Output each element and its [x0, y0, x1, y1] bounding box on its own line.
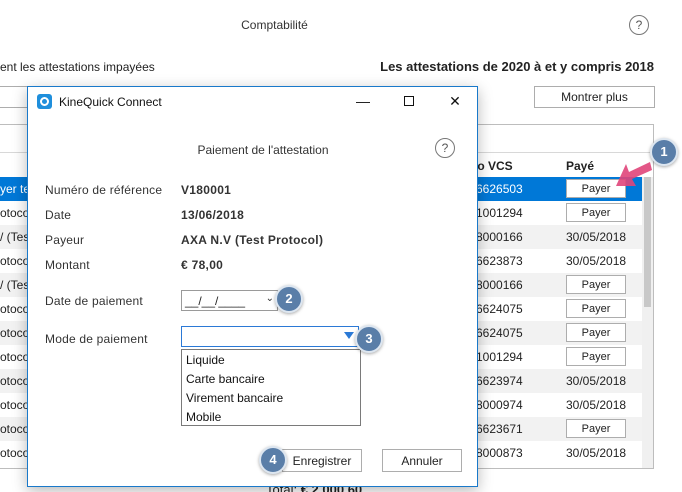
help-icon[interactable]: ?	[629, 15, 649, 35]
row-vcs-cell: 6624075	[476, 302, 523, 316]
option-mobile[interactable]: Mobile	[186, 410, 221, 424]
app-logo-icon	[37, 94, 52, 109]
pay-button[interactable]: Payer	[566, 347, 626, 366]
cancel-button[interactable]: Annuler	[382, 449, 462, 472]
dialog-app-title: KineQuick Connect	[59, 95, 162, 109]
row-paid-date: 30/05/2018	[566, 254, 627, 268]
row-left-cell: yer te	[0, 182, 31, 196]
row-paid-date: 30/05/2018	[566, 230, 627, 244]
option-card[interactable]: Carte bancaire	[186, 372, 265, 386]
payment-date-picker[interactable]: __/__/____ ⌄	[181, 290, 278, 311]
date-label: Date	[45, 208, 72, 222]
pay-button[interactable]: Payer	[566, 419, 626, 438]
page-title: Comptabilité	[241, 18, 308, 32]
row-paid-date: 30/05/2018	[566, 398, 627, 412]
amount-label: Montant	[45, 258, 90, 272]
pay-button[interactable]: Payer	[566, 275, 626, 294]
amount-value: € 78,00	[181, 258, 224, 272]
row-vcs-cell: 1001294	[476, 350, 523, 364]
attestations-heading: Les attestations de 2020 à et y compris …	[380, 59, 654, 74]
pointer-arrow-icon	[616, 162, 652, 186]
payment-mode-label: Mode de paiement	[45, 332, 148, 346]
reference-value: V180001	[181, 183, 232, 197]
payment-dialog: KineQuick Connect — ✕ Paiement de l'atte…	[27, 86, 478, 487]
row-vcs-cell: 6623671	[476, 422, 523, 436]
row-paid-date: 30/05/2018	[566, 374, 627, 388]
help-icon[interactable]: ?	[435, 138, 455, 158]
maximize-icon[interactable]	[386, 87, 432, 116]
step-marker-1: 1	[650, 138, 678, 166]
row-vcs-cell: 6623974	[476, 374, 523, 388]
option-transfer[interactable]: Virement bancaire	[186, 391, 283, 405]
chevron-down-icon[interactable]: ⌄	[266, 293, 274, 304]
scrollbar-thumb[interactable]	[644, 177, 651, 307]
row-vcs-cell: 8000873	[476, 446, 523, 460]
save-button[interactable]: Enregistrer	[282, 449, 362, 472]
reference-label: Numéro de référence	[45, 183, 163, 197]
payer-value: AXA N.V (Test Protocol)	[181, 233, 324, 247]
filter-input[interactable]	[0, 86, 30, 108]
payment-mode-list: Liquide Carte bancaire Virement bancaire…	[181, 349, 361, 426]
row-paid-date: 30/05/2018	[566, 446, 627, 460]
payment-date-value: __/__/____	[185, 294, 246, 308]
pay-button[interactable]: Payer	[566, 203, 626, 222]
date-value: 13/06/2018	[181, 208, 245, 222]
show-more-button[interactable]: Montrer plus	[534, 86, 655, 108]
option-cash[interactable]: Liquide	[186, 353, 225, 367]
row-vcs-cell: 1001294	[476, 206, 523, 220]
payer-label: Payeur	[45, 233, 85, 247]
dialog-heading: Paiement de l'attestation	[197, 143, 329, 157]
row-vcs-cell: 8000166	[476, 278, 523, 292]
dropdown-arrow-icon[interactable]	[344, 332, 354, 339]
unpaid-attestations-link[interactable]: ent les attestations impayées	[0, 60, 155, 74]
step-marker-2: 2	[275, 285, 303, 313]
payment-date-label: Date de paiement	[45, 294, 143, 308]
row-vcs-cell: 6626503	[476, 182, 523, 196]
payment-mode-select[interactable]	[181, 326, 359, 347]
minimize-icon[interactable]: —	[340, 87, 386, 116]
dialog-titlebar[interactable]: KineQuick Connect — ✕	[28, 87, 477, 116]
row-vcs-cell: 6624075	[476, 326, 523, 340]
row-vcs-cell: 8000166	[476, 230, 523, 244]
row-vcs-cell: 6623873	[476, 254, 523, 268]
row-vcs-cell: 8000974	[476, 398, 523, 412]
close-icon[interactable]: ✕	[432, 87, 478, 116]
step-marker-3: 3	[355, 325, 383, 353]
column-header-paid[interactable]: Payé	[566, 159, 594, 173]
row-left-cell: / (Tes	[0, 278, 30, 292]
pay-button[interactable]: Payer	[566, 299, 626, 318]
pay-button[interactable]: Payer	[566, 323, 626, 342]
step-marker-4: 4	[259, 446, 287, 474]
